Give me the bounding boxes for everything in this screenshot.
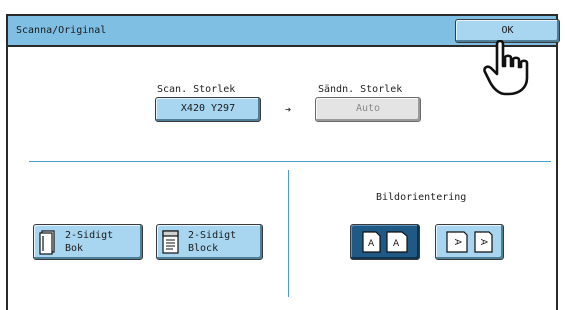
landscape-glyph-1: A: [452, 239, 462, 246]
scan-size-button[interactable]: X420 Y297: [155, 97, 261, 122]
portrait-glyph-2: A: [393, 239, 400, 249]
duplex-tablet-line2: Block: [188, 243, 219, 254]
duplex-tablet-button[interactable]: 2-Sidigt Block: [156, 224, 263, 260]
window-frame: [6, 14, 558, 310]
portrait-glyph-1: A: [368, 239, 375, 249]
scan-size-label: Scan. Storlek: [157, 84, 236, 95]
send-size-button[interactable]: Auto: [315, 97, 421, 122]
orientation-landscape-button[interactable]: A A: [435, 224, 504, 260]
portrait-orientation-icon: A A: [362, 231, 408, 253]
window-title: Scanna/Original: [16, 25, 107, 36]
horizontal-divider: [29, 161, 551, 162]
arrow-icon: ➜: [285, 105, 292, 116]
orientation-portrait-button[interactable]: A A: [350, 224, 420, 260]
duplex-book-line1: 2-Sidigt: [65, 230, 114, 241]
landscape-glyph-2: A: [478, 239, 488, 246]
book-icon: [39, 230, 55, 255]
tablet-icon: [162, 230, 179, 254]
landscape-orientation-icon: A A: [445, 231, 493, 253]
duplex-book-button[interactable]: 2-Sidigt Bok: [33, 224, 143, 260]
duplex-book-line2: Bok: [65, 243, 84, 254]
orientation-label: Bildorientering: [376, 192, 467, 203]
pointing-hand-icon: [483, 40, 529, 96]
vertical-divider: [288, 170, 289, 297]
send-size-label: Sändn. Storlek: [318, 84, 403, 95]
duplex-tablet-line1: 2-Sidigt: [188, 230, 237, 241]
